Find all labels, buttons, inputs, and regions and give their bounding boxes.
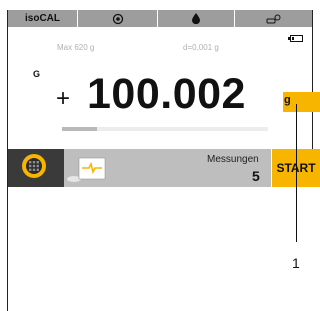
unit-label: g: [284, 94, 291, 106]
max-capacity-text: Max 620 g: [57, 43, 95, 52]
weight-value: 100.002: [87, 70, 246, 118]
status-bar: isoCAL: [8, 10, 312, 27]
gross-indicator: G: [33, 69, 41, 79]
frame-right-edge: [312, 10, 313, 160]
level-status[interactable]: [78, 10, 158, 27]
menu-button[interactable]: [8, 149, 64, 187]
user-status[interactable]: [235, 10, 312, 27]
capacity-bar: [62, 127, 268, 131]
callout-number: 1: [292, 255, 300, 271]
user-icon: [266, 14, 280, 23]
capacity-bar-fill: [62, 127, 98, 131]
weight-sign: +: [56, 85, 71, 112]
weighing-app-icon[interactable]: [66, 155, 106, 183]
battery-icon: [288, 35, 303, 42]
readability-text: d=0,001 g: [183, 43, 219, 52]
isocal-label: isoCAL: [25, 13, 60, 24]
balance-screen: isoCAL Max 620 g d=0,001 g G + 100.002 g…: [0, 0, 320, 311]
level-icon: [112, 13, 123, 24]
humidity-status[interactable]: [158, 10, 235, 27]
drop-icon: [192, 13, 200, 24]
grid-icon: [26, 158, 42, 174]
measurements-label: Messungen: [207, 154, 259, 165]
measurements-count: 5: [252, 168, 260, 184]
callout-leader-line: [296, 104, 297, 242]
isocal-status[interactable]: isoCAL: [8, 10, 78, 27]
